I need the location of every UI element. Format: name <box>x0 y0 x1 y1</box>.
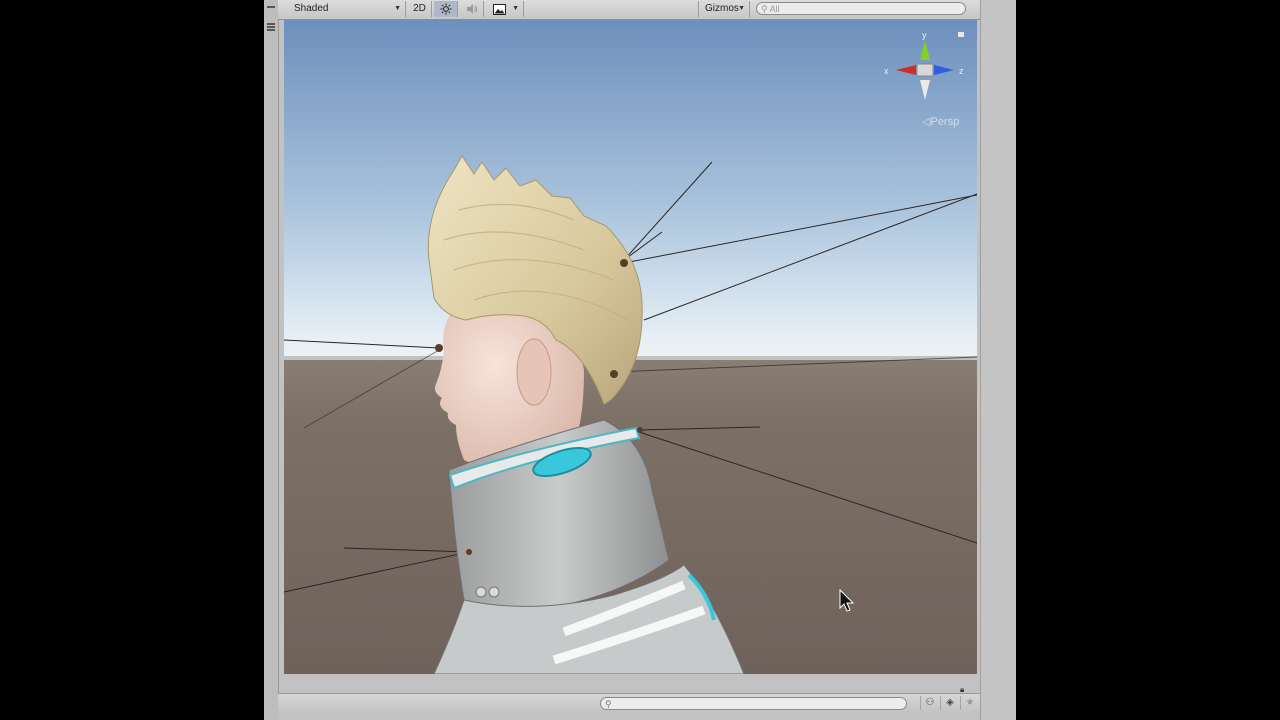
panel-menu-icon[interactable] <box>267 23 275 25</box>
panel-menu-icon-line <box>267 26 275 28</box>
lock-icon[interactable]: 🔒︎ <box>960 685 964 695</box>
sun-icon <box>440 3 451 15</box>
gizmos-dropdown[interactable]: Gizmos ▼ <box>698 1 750 17</box>
gizmo-x-label: x <box>884 66 889 76</box>
bottom-toolbar: ⚲ ⚇ ◈ ★ 🔒︎ <box>278 685 980 712</box>
tag-icon[interactable]: ◈ <box>940 696 959 710</box>
layers-icon[interactable]: ⚇ <box>920 696 939 710</box>
lighting-toggle-button[interactable] <box>434 1 458 17</box>
search-icon: ⚲ <box>605 699 612 709</box>
gizmo-z-label: z <box>959 66 964 76</box>
right-dock-strip <box>980 0 1016 720</box>
star-icon[interactable]: ★ <box>960 696 979 710</box>
gizmo-center-cube[interactable] <box>916 63 934 77</box>
chevron-down-icon: ▼ <box>394 5 401 12</box>
chevron-down-icon: ▼ <box>512 5 519 12</box>
speaker-icon <box>466 4 477 14</box>
scene-viewport[interactable]: y x z ◁Persp <box>284 20 977 674</box>
collar-button <box>475 586 487 598</box>
effects-dropdown[interactable]: ▼ <box>488 1 524 17</box>
gizmo-y-label: y <box>922 30 927 40</box>
projection-label: Persp <box>930 116 960 128</box>
projection-toggle[interactable]: ◁Persp <box>922 115 959 128</box>
panel-tab-indicator <box>267 6 275 8</box>
chevron-down-icon: ▼ <box>738 5 745 12</box>
audio-toggle-button[interactable] <box>460 1 484 17</box>
image-icon <box>493 4 506 15</box>
scene-search-input[interactable]: ⚲ All <box>756 2 966 15</box>
bottom-search-input[interactable]: ⚲ <box>600 697 907 710</box>
lock-icon[interactable] <box>958 32 964 37</box>
search-icon: ⚲ <box>761 4 768 14</box>
2d-toggle-button[interactable]: 2D <box>408 1 432 17</box>
left-dock-strip <box>264 0 279 720</box>
collar-button <box>488 586 500 598</box>
gizmos-label: Gizmos <box>705 3 739 14</box>
draw-mode-label: Shaded <box>294 3 329 14</box>
bottom-tab-row <box>278 712 980 720</box>
character-ear <box>516 338 552 406</box>
panel-menu-icon-line <box>267 29 275 31</box>
search-placeholder: All <box>769 4 780 14</box>
draw-mode-dropdown[interactable]: Shaded ▼ <box>288 1 406 17</box>
scene-render[interactable]: y x z <box>284 20 977 674</box>
scene-toolbar: Shaded ▼ 2D ▼ Gizmos ▼ ⚲ All <box>278 0 980 20</box>
